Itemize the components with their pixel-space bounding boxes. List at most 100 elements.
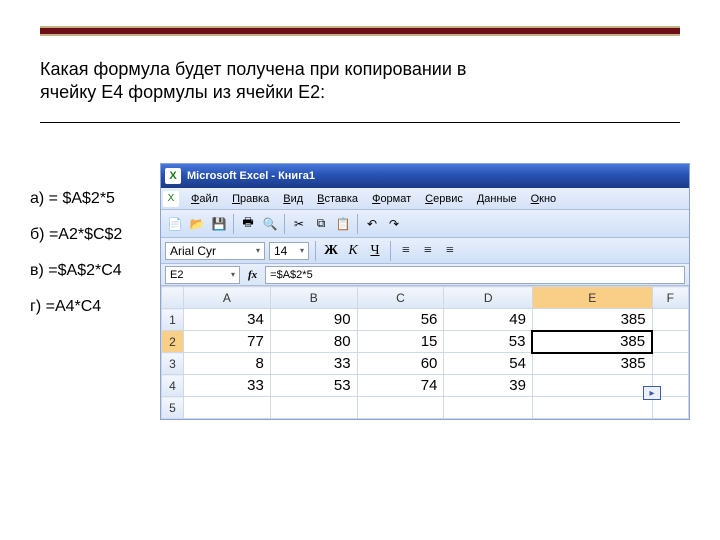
toolbar-separator (390, 241, 391, 261)
autofill-options-icon[interactable]: ▸ (643, 386, 661, 400)
row-header-1[interactable]: 1 (162, 309, 184, 331)
active-cell-ref: E2 (170, 269, 183, 281)
cell-F2[interactable] (652, 331, 688, 353)
question-line-2: ячейку E4 формулы из ячейки E2: (40, 82, 325, 102)
font-size: 14 (274, 244, 287, 258)
open-icon[interactable]: 📂 (187, 214, 207, 234)
font-selector[interactable]: Arial Cyr ▾ (165, 242, 265, 260)
formula-text: =$A$2*5 (270, 269, 313, 281)
italic-button[interactable]: К (344, 242, 362, 260)
window-title: Microsoft Excel - Книга1 (187, 170, 315, 182)
table-row: 3 8 33 60 54 385 (162, 353, 689, 375)
question-text: Какая формула будет получена при копиров… (40, 58, 680, 105)
formatting-toolbar: Arial Cyr ▾ 14 ▾ Ж К Ч ≡ ≡ ≡ (161, 238, 689, 264)
cell-A1[interactable]: 34 (184, 309, 271, 331)
toolbar-separator (357, 214, 358, 234)
menu-view[interactable]: Вид (277, 193, 309, 205)
cell-F1[interactable] (652, 309, 688, 331)
fx-icon[interactable]: fx (248, 269, 257, 281)
cell-B3[interactable]: 33 (270, 353, 357, 375)
answer-b[interactable]: б) =A2*$C$2 (30, 226, 122, 244)
col-header-C[interactable]: C (357, 287, 444, 309)
menu-tools[interactable]: Сервис (419, 193, 469, 205)
answer-a[interactable]: а) = $A$2*5 (30, 190, 122, 208)
cell-E3[interactable]: 385 (532, 353, 652, 375)
titlebar: X Microsoft Excel - Книга1 (161, 164, 689, 188)
font-name: Arial Cyr (170, 244, 216, 258)
toolbar-separator (315, 241, 316, 261)
cell-C2[interactable]: 15 (357, 331, 444, 353)
answer-d[interactable]: г) =A4*C4 (30, 298, 122, 316)
name-box[interactable]: E2 ▾ (165, 266, 240, 284)
table-row: 1 34 90 56 49 385 (162, 309, 689, 331)
undo-icon[interactable]: ↶ (362, 214, 382, 234)
row-header-3[interactable]: 3 (162, 353, 184, 375)
cell-A2[interactable]: 77 (184, 331, 271, 353)
row-header-5[interactable]: 5 (162, 397, 184, 419)
col-header-E[interactable]: E (532, 287, 652, 309)
cell-D1[interactable]: 49 (444, 309, 533, 331)
menu-window[interactable]: Окно (525, 193, 563, 205)
answer-c[interactable]: в) =$A$2*C4 (30, 262, 122, 280)
divider (40, 122, 680, 123)
cell-B4[interactable]: 53 (270, 375, 357, 397)
cell-F3[interactable] (652, 353, 688, 375)
new-icon[interactable]: 📄 (165, 214, 185, 234)
spreadsheet-grid: A B C D E F 1 34 90 56 49 385 2 77 80 15 (161, 286, 689, 419)
answer-list: а) = $A$2*5 б) =A2*$C$2 в) =$A$2*C4 г) =… (30, 190, 122, 334)
row-header-2[interactable]: 2 (162, 331, 184, 353)
cell-D4[interactable]: 39 (444, 375, 533, 397)
cell-B1[interactable]: 90 (270, 309, 357, 331)
preview-icon[interactable]: 🔍 (260, 214, 280, 234)
cell-E5[interactable] (532, 397, 652, 419)
font-size-selector[interactable]: 14 ▾ (269, 242, 309, 260)
print-icon[interactable]: 🖶 (238, 214, 258, 234)
copy-icon[interactable]: ⧉ (311, 214, 331, 234)
cell-C3[interactable]: 60 (357, 353, 444, 375)
cell-D3[interactable]: 54 (444, 353, 533, 375)
col-header-D[interactable]: D (444, 287, 533, 309)
col-header-A[interactable]: A (184, 287, 271, 309)
underline-button[interactable]: Ч (366, 242, 384, 260)
chevron-down-icon: ▾ (300, 246, 304, 255)
paste-icon[interactable]: 📋 (333, 214, 353, 234)
align-center-icon[interactable]: ≡ (419, 242, 437, 260)
cell-E2[interactable]: 385 (532, 331, 652, 353)
row-header-4[interactable]: 4 (162, 375, 184, 397)
cell-D5[interactable] (444, 397, 533, 419)
col-header-B[interactable]: B (270, 287, 357, 309)
excel-app-icon: X (165, 168, 181, 184)
bold-button[interactable]: Ж (322, 242, 340, 260)
cell-E1[interactable]: 385 (532, 309, 652, 331)
cell-C1[interactable]: 56 (357, 309, 444, 331)
menu-edit[interactable]: Правка (226, 193, 275, 205)
table-row: 2 77 80 15 53 385 (162, 331, 689, 353)
cell-A3[interactable]: 8 (184, 353, 271, 375)
cell-C5[interactable] (357, 397, 444, 419)
align-left-icon[interactable]: ≡ (397, 242, 415, 260)
toolbar-separator (233, 214, 234, 234)
formula-bar: E2 ▾ fx =$A$2*5 (161, 264, 689, 286)
cell-C4[interactable]: 74 (357, 375, 444, 397)
standard-toolbar: 📄 📂 💾 🖶 🔍 ✂ ⧉ 📋 ↶ ↷ (161, 210, 689, 238)
col-header-F[interactable]: F (652, 287, 688, 309)
align-right-icon[interactable]: ≡ (441, 242, 459, 260)
menu-insert[interactable]: Вставка (311, 193, 364, 205)
select-all-corner[interactable] (162, 287, 184, 309)
excel-window: X Microsoft Excel - Книга1 X Файл Правка… (160, 163, 690, 420)
table-row: 5 (162, 397, 689, 419)
save-icon[interactable]: 💾 (209, 214, 229, 234)
formula-input[interactable]: =$A$2*5 (265, 266, 685, 284)
redo-icon[interactable]: ↷ (384, 214, 404, 234)
menu-file[interactable]: Файл (185, 193, 224, 205)
question-line-1: Какая формула будет получена при копиров… (40, 59, 466, 79)
cell-B5[interactable] (270, 397, 357, 419)
cell-D2[interactable]: 53 (444, 331, 533, 353)
cell-E4[interactable] (532, 375, 652, 397)
cell-A5[interactable] (184, 397, 271, 419)
menu-format[interactable]: Формат (366, 193, 417, 205)
cut-icon[interactable]: ✂ (289, 214, 309, 234)
menu-data[interactable]: Данные (471, 193, 523, 205)
cell-B2[interactable]: 80 (270, 331, 357, 353)
cell-A4[interactable]: 33 (184, 375, 271, 397)
